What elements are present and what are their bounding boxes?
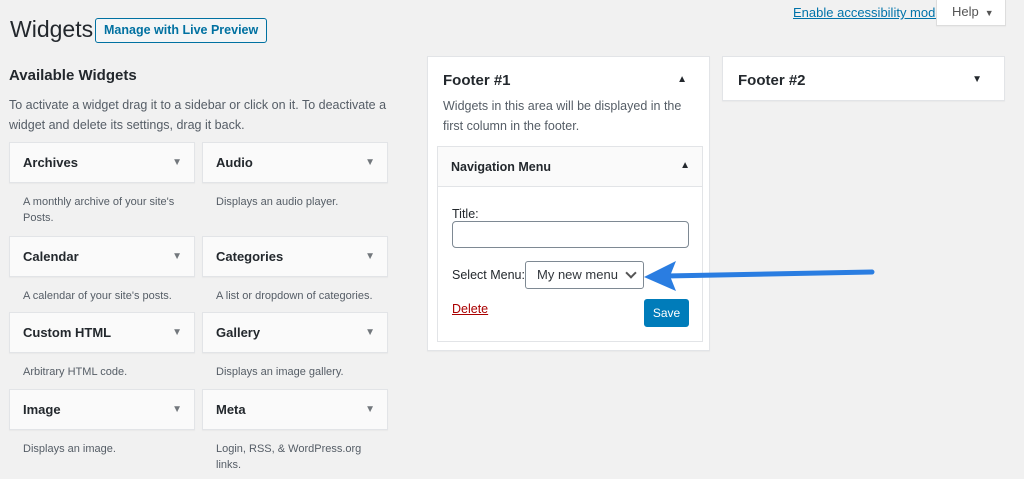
- help-label: Help: [952, 4, 979, 19]
- title-input[interactable]: [452, 221, 689, 248]
- caret-down-icon[interactable]: ▼: [172, 404, 182, 415]
- widget-description: A calendar of your site's posts.: [23, 290, 172, 302]
- available-widgets-description: To activate a widget drag it to a sideba…: [9, 98, 387, 132]
- widget-description: A monthly archive of your site's Posts.: [23, 196, 175, 224]
- select-menu-label: Select Menu:: [452, 268, 525, 282]
- widget-title: Image: [23, 402, 61, 417]
- page-title: Widgets: [10, 16, 94, 42]
- sidebar-footer-2[interactable]: Footer #2 ▼: [722, 56, 1005, 101]
- widget-gallery[interactable]: Gallery ▼: [202, 312, 388, 353]
- menu-select-value: My new menu: [537, 267, 618, 282]
- widget-title: Meta: [216, 402, 246, 417]
- widget-title: Calendar: [23, 249, 79, 264]
- caret-down-icon[interactable]: ▼: [972, 74, 982, 85]
- widget-title: Gallery: [216, 325, 261, 340]
- caret-up-icon[interactable]: ▲: [680, 160, 690, 171]
- caret-down-icon[interactable]: ▼: [172, 157, 182, 168]
- delete-link[interactable]: Delete: [452, 302, 488, 316]
- caret-up-icon[interactable]: ▲: [677, 74, 687, 85]
- navigation-menu-widget[interactable]: Navigation Menu ▲ Title: Select Menu: My…: [437, 146, 703, 342]
- caret-down-icon[interactable]: ▼: [365, 251, 375, 262]
- help-tab-button[interactable]: Help ▼: [936, 0, 1006, 26]
- title-label: Title:: [452, 207, 479, 221]
- caret-down-icon[interactable]: ▼: [365, 327, 375, 338]
- caret-down-icon[interactable]: ▼: [365, 404, 375, 415]
- widget-audio[interactable]: Audio ▼: [202, 142, 388, 183]
- widget-archives[interactable]: Archives ▼: [9, 142, 195, 183]
- widget-description: Displays an image gallery.: [216, 366, 344, 378]
- widget-calendar[interactable]: Calendar ▼: [9, 236, 195, 277]
- widget-title: Archives: [23, 155, 78, 170]
- caret-down-icon[interactable]: ▼: [172, 327, 182, 338]
- caret-down-icon: ▼: [984, 8, 994, 18]
- widget-categories[interactable]: Categories ▼: [202, 236, 388, 277]
- widget-title: Custom HTML: [23, 325, 112, 340]
- available-widgets-title: Available Widgets: [9, 67, 137, 84]
- widget-title: Categories: [216, 249, 284, 264]
- caret-down-icon[interactable]: ▼: [172, 251, 182, 262]
- enable-accessibility-link[interactable]: Enable accessibility mode: [793, 5, 943, 20]
- widget-description: Login, RSS, & WordPress.org links.: [216, 443, 362, 471]
- widget-image[interactable]: Image ▼: [9, 389, 195, 430]
- sidebar-description: Widgets in this area will be displayed i…: [443, 99, 682, 133]
- widget-meta[interactable]: Meta ▼: [202, 389, 388, 430]
- sidebar-footer-1[interactable]: Footer #1 ▲ Widgets in this area will be…: [427, 56, 710, 351]
- widget-description: Arbitrary HTML code.: [23, 366, 128, 378]
- chevron-down-icon: [625, 267, 637, 279]
- menu-select[interactable]: My new menu: [525, 261, 644, 289]
- manage-live-preview-button[interactable]: Manage with Live Preview: [95, 18, 268, 43]
- widget-custom-html[interactable]: Custom HTML ▼: [9, 312, 195, 353]
- widget-title: Navigation Menu: [451, 160, 552, 174]
- widget-title: Audio: [216, 155, 253, 170]
- save-button[interactable]: Save: [644, 299, 689, 327]
- widget-header[interactable]: Navigation Menu ▲: [438, 147, 702, 187]
- arrow-shaft: [663, 269, 875, 279]
- widget-description: A list or dropdown of categories.: [216, 290, 373, 302]
- sidebar-title: Footer #1: [443, 72, 511, 89]
- sidebar-title: Footer #2: [738, 72, 806, 89]
- widget-description: Displays an audio player.: [216, 196, 339, 208]
- widget-description: Displays an image.: [23, 443, 116, 455]
- caret-down-icon[interactable]: ▼: [365, 157, 375, 168]
- annotation-arrow-icon: [644, 261, 875, 291]
